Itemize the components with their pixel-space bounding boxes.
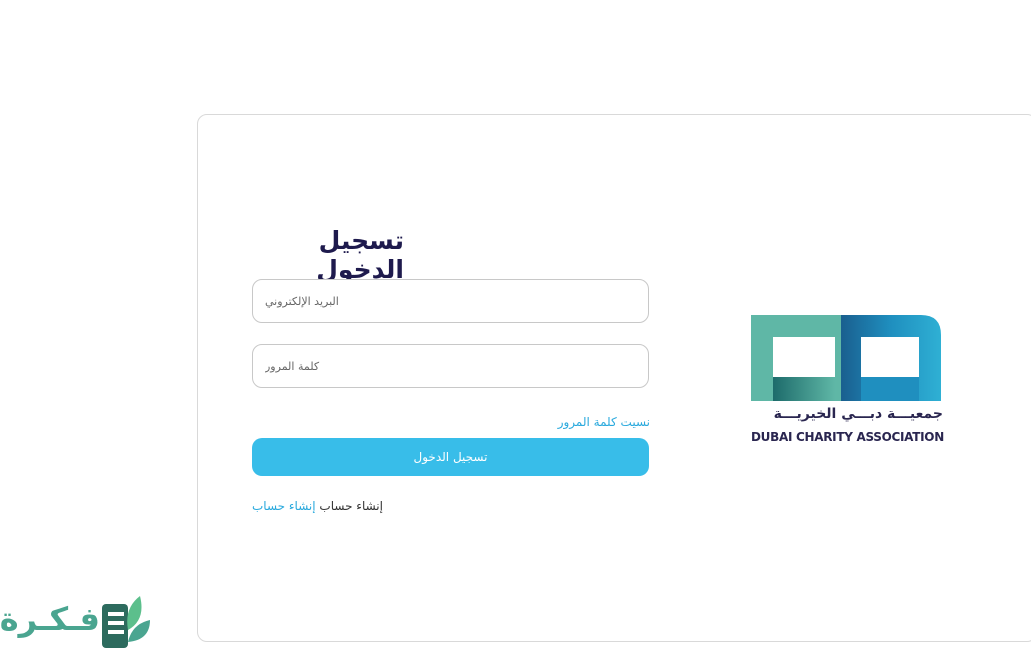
page-title: تسجيل الدخول	[316, 226, 404, 284]
logo-arabic-text: جمعيـــة دبـــي الخيريـــة	[773, 406, 943, 422]
signup-row: إنشاء حساب إنشاء حساب	[252, 499, 383, 513]
signup-text: إنشاء حساب	[319, 499, 383, 513]
login-button[interactable]: تسجيل الدخول	[252, 438, 649, 476]
signup-link[interactable]: إنشاء حساب	[252, 499, 316, 513]
logo-english-text: DUBAI CHARITY ASSOCIATION	[751, 430, 944, 444]
forgot-password-link[interactable]: نسيت كلمة المرور	[500, 415, 650, 429]
dubai-charity-logo-icon	[751, 315, 941, 401]
watermark-text: فـكـرة	[0, 600, 100, 638]
password-field[interactable]	[252, 344, 649, 388]
login-page: تسجيل الدخول نسيت كلمة المرور تسجيل الدخ…	[0, 0, 1031, 653]
email-field[interactable]	[252, 279, 649, 323]
